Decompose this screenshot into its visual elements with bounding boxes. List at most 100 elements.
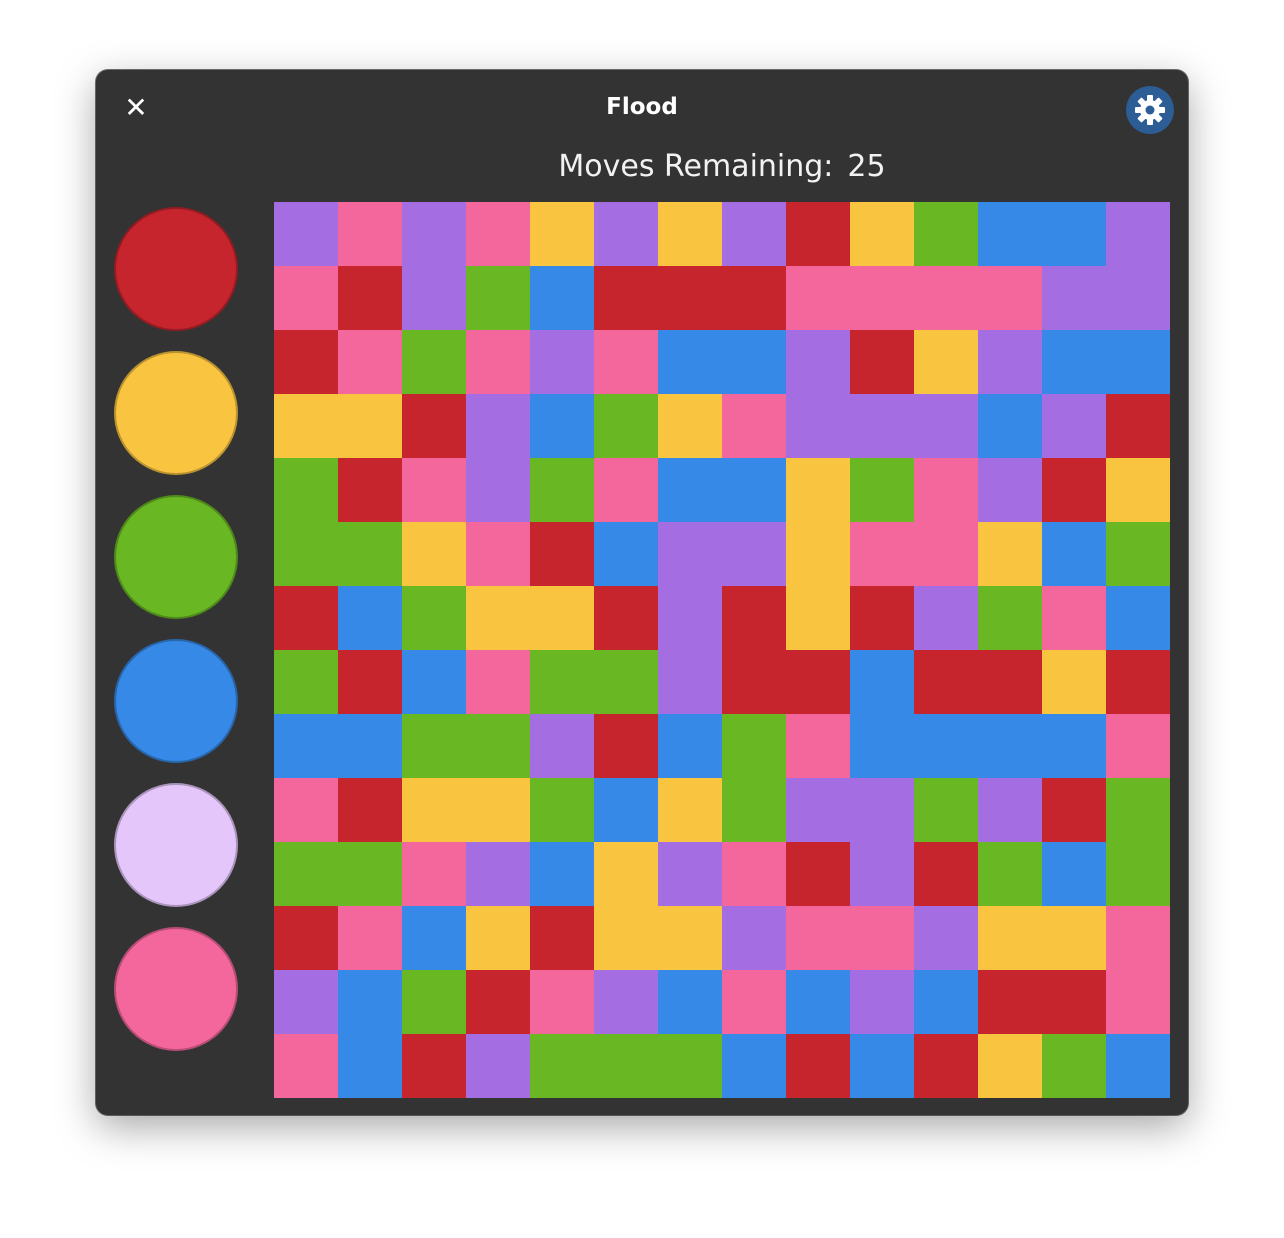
board-cell [466,522,530,586]
board-cell [402,458,466,522]
board-cell [722,842,786,906]
board-cell [402,906,466,970]
board-cell [978,522,1042,586]
board-cell [594,586,658,650]
board-cell [338,522,402,586]
board-cell [402,266,466,330]
color-button-yellow[interactable] [114,351,238,475]
board-cell [786,970,850,1034]
board-cell [1042,1034,1106,1098]
board-cell [786,586,850,650]
board-cell [850,586,914,650]
board-cell [786,842,850,906]
board-cell [594,202,658,266]
board-cell [722,202,786,266]
board-cell [1042,970,1106,1034]
board-cell [1042,906,1106,970]
board-cell [1106,586,1170,650]
game-board [274,202,1170,1098]
board-cell [850,330,914,394]
board-cell [338,330,402,394]
board-cell [1106,394,1170,458]
board-cell [1106,970,1170,1034]
board-cell [466,778,530,842]
board-cell [1042,522,1106,586]
board-cell [274,842,338,906]
board-cell [658,906,722,970]
board-cell [914,458,978,522]
board-cell [466,842,530,906]
board-cell [1042,330,1106,394]
board-cell [1106,1034,1170,1098]
board-cell [978,266,1042,330]
board-cell [466,714,530,778]
board-cell [914,330,978,394]
board-cell [1042,458,1106,522]
color-button-blue[interactable] [114,639,238,763]
board-cell [466,906,530,970]
board-cell [786,330,850,394]
board-cell [466,650,530,714]
board-cell [722,906,786,970]
board-cell [978,650,1042,714]
board-cell [978,586,1042,650]
board-cell [402,650,466,714]
board-cell [274,778,338,842]
board-cell [786,458,850,522]
board-cell [722,522,786,586]
board-cell [658,1034,722,1098]
board-cell [594,842,658,906]
board-cell [594,714,658,778]
color-button-red[interactable] [114,207,238,331]
board-cell [338,394,402,458]
board-cell [914,522,978,586]
board-cell [1042,586,1106,650]
board-cell [402,778,466,842]
board-cell [978,394,1042,458]
board-cell [338,970,402,1034]
board-cell [978,330,1042,394]
board-cell [1042,778,1106,842]
board-cell [914,842,978,906]
board-cell [594,394,658,458]
board-cell [274,970,338,1034]
board-cell [530,586,594,650]
board-cell [402,1034,466,1098]
board-cell [402,970,466,1034]
board-cell [1106,778,1170,842]
board-cell [658,586,722,650]
board-cell [1106,650,1170,714]
board-cell [978,458,1042,522]
board-cell [1042,266,1106,330]
board-cell [850,522,914,586]
board-cell [914,266,978,330]
board-cell [658,522,722,586]
board-cell [722,266,786,330]
board-cell [914,650,978,714]
board-cell [274,1034,338,1098]
board-cell [978,778,1042,842]
color-button-green[interactable] [114,495,238,619]
board-cell [1042,394,1106,458]
color-button-lilac[interactable] [114,783,238,907]
board-cell [978,202,1042,266]
settings-button[interactable] [1126,86,1174,134]
board-cell [722,778,786,842]
color-button-pink[interactable] [114,927,238,1051]
board-cell [466,458,530,522]
board-cell [1042,202,1106,266]
board-cell [722,458,786,522]
board-cell [402,394,466,458]
moves-label: Moves Remaining: [558,149,834,184]
board-cell [850,1034,914,1098]
board-cell [402,842,466,906]
board-cell [530,970,594,1034]
board-cell [850,650,914,714]
board-cell [1106,522,1170,586]
board-cell [1042,650,1106,714]
board-cell [338,586,402,650]
board-cell [530,394,594,458]
board-cell [466,202,530,266]
board-cell [978,1034,1042,1098]
board-cell [914,586,978,650]
